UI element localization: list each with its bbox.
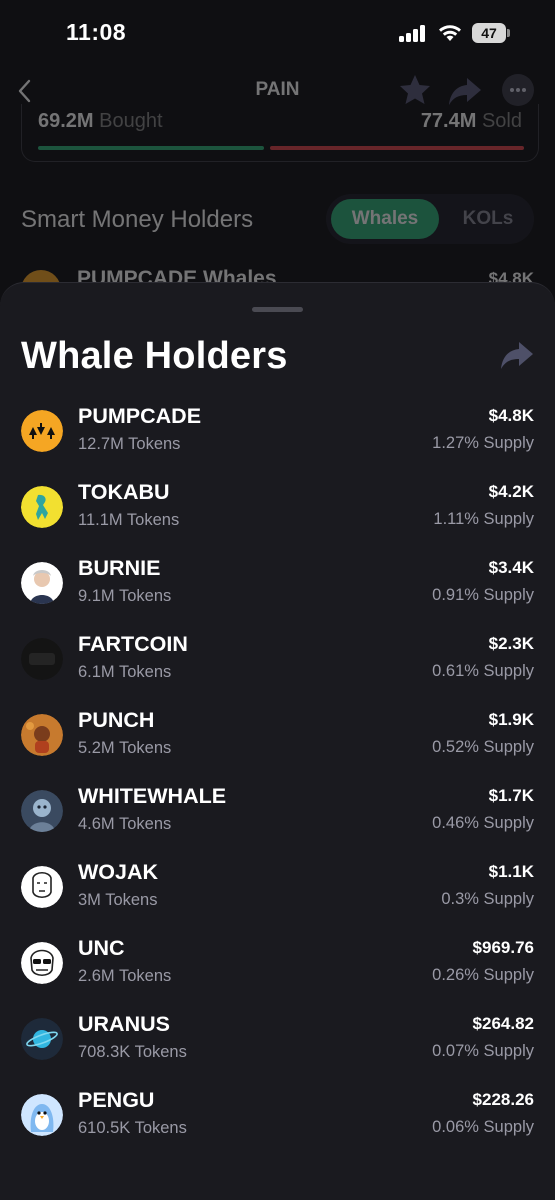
holder-tokens: 11.1M Tokens	[78, 511, 180, 529]
holder-supply: 0.26% Supply	[432, 966, 534, 984]
holder-tokens: 9.1M Tokens	[78, 587, 172, 605]
share-icon[interactable]	[447, 74, 483, 108]
uranus-avatar	[21, 1018, 63, 1060]
sold-bar	[270, 146, 524, 150]
holder-value: $3.4K	[488, 558, 534, 577]
holder-value: $2.3K	[488, 634, 534, 653]
list-item[interactable]: BURNIE 9.1M Tokens $3.4K 0.91% Supply	[0, 542, 555, 618]
more-icon[interactable]	[502, 74, 534, 106]
burnie-avatar	[21, 562, 63, 604]
signal-icon	[399, 25, 427, 42]
pengu-avatar	[21, 1094, 63, 1136]
holder-name: WHITEWHALE	[78, 784, 227, 808]
holder-name: WOJAK	[78, 860, 159, 884]
bought-bar	[38, 146, 264, 150]
share-icon[interactable]	[499, 338, 535, 372]
holder-type-toggle: Whales KOLs	[326, 194, 534, 244]
holder-supply: 0.3% Supply	[441, 890, 534, 908]
holder-value: $264.82	[472, 1014, 534, 1033]
sheet-grabber[interactable]	[252, 307, 303, 312]
punch-avatar	[21, 714, 63, 756]
bought-label: Bought	[99, 110, 163, 132]
pumpcade-avatar	[21, 410, 63, 452]
list-item[interactable]: WHITEWHALE 4.6M Tokens $1.7K 0.46% Suppl…	[0, 770, 555, 846]
holder-value: $969.76	[472, 938, 534, 957]
holder-tokens: 708.3K Tokens	[78, 1043, 187, 1061]
star-icon[interactable]	[397, 72, 433, 108]
bought-value: 69.2M	[38, 110, 94, 132]
whitewhale-avatar	[21, 790, 63, 832]
holder-tokens: 610.5K Tokens	[78, 1119, 187, 1137]
holder-supply: 0.52% Supply	[432, 738, 534, 756]
holder-supply: 1.27% Supply	[432, 434, 534, 452]
tab-kols[interactable]: KOLs	[446, 199, 530, 239]
list-item[interactable]: URANUS 708.3K Tokens $264.82 0.07% Suppl…	[0, 998, 555, 1074]
list-item[interactable]: UNC 2.6M Tokens $969.76 0.26% Supply	[0, 922, 555, 998]
holder-name: FARTCOIN	[78, 632, 188, 656]
whale-holders-sheet: Whale Holders PUMPCADE 12.7M Tokens $4.8…	[0, 282, 555, 1200]
holder-value: $1.1K	[488, 862, 534, 881]
sold-value: 77.4M	[420, 110, 477, 132]
holder-supply: 0.46% Supply	[432, 814, 534, 832]
holder-tokens: 5.2M Tokens	[78, 739, 172, 757]
holder-name: PUMPCADE	[78, 404, 202, 428]
holder-name: PUNCH	[78, 708, 155, 732]
holder-tokens: 2.6M Tokens	[78, 967, 172, 985]
holder-supply: 1.11% Supply	[433, 510, 534, 528]
holder-name: TOKABU	[78, 480, 170, 504]
holder-name: UNC	[78, 936, 125, 960]
holder-name: BURNIE	[78, 556, 161, 580]
list-item[interactable]: WOJAK 3M Tokens $1.1K 0.3% Supply	[0, 846, 555, 922]
volume-card: 69.2M Bought 77.4M Sold	[21, 104, 539, 162]
list-item[interactable]: TOKABU 11.1M Tokens $4.2K 1.11% Supply	[0, 466, 555, 542]
list-item[interactable]: PENGU 610.5K Tokens $228.26 0.06% Supply	[0, 1074, 555, 1150]
holder-tokens: 12.7M Tokens	[78, 435, 181, 453]
list-item[interactable]: PUNCH 5.2M Tokens $1.9K 0.52% Supply	[0, 694, 555, 770]
holder-tokens: 6.1M Tokens	[78, 663, 172, 681]
sheet-title: Whale Holders	[21, 335, 288, 377]
tokabu-avatar	[21, 486, 63, 528]
battery-icon: 47	[472, 23, 510, 43]
fartcoin-avatar	[21, 638, 63, 680]
sold-label: Sold	[481, 110, 522, 132]
token-page-background: PAIN 69.2M Bought 77.4M Sold Smart Money…	[0, 66, 555, 310]
wojak-avatar	[21, 866, 63, 908]
holder-supply: 0.07% Supply	[432, 1042, 534, 1060]
holder-supply: 0.06% Supply	[432, 1118, 534, 1136]
holder-value: $4.2K	[488, 482, 534, 501]
wifi-icon	[437, 22, 463, 42]
holder-supply: 0.91% Supply	[432, 586, 534, 604]
holder-value: $1.9K	[488, 710, 534, 729]
smart-money-title: Smart Money Holders	[21, 206, 254, 233]
unc-avatar	[21, 942, 63, 984]
status-time: 11:08	[66, 19, 127, 45]
holder-tokens: 3M Tokens	[78, 891, 158, 909]
list-item[interactable]: PUMPCADE 12.7M Tokens $4.8K 1.27% Supply	[0, 390, 555, 466]
holder-supply: 0.61% Supply	[432, 662, 534, 680]
holder-name: PENGU	[78, 1088, 155, 1112]
holder-list: PUMPCADE 12.7M Tokens $4.8K 1.27% Supply…	[0, 390, 555, 1150]
holder-value: $228.26	[472, 1090, 534, 1109]
holder-name: URANUS	[78, 1012, 170, 1036]
status-bar: 11:08 47	[0, 0, 555, 66]
holder-value: $4.8K	[488, 406, 534, 425]
list-item[interactable]: FARTCOIN 6.1M Tokens $2.3K 0.61% Supply	[0, 618, 555, 694]
holder-tokens: 4.6M Tokens	[78, 815, 172, 833]
tab-whales[interactable]: Whales	[331, 199, 439, 239]
holder-value: $1.7K	[488, 786, 534, 805]
battery-level: 47	[472, 23, 506, 43]
